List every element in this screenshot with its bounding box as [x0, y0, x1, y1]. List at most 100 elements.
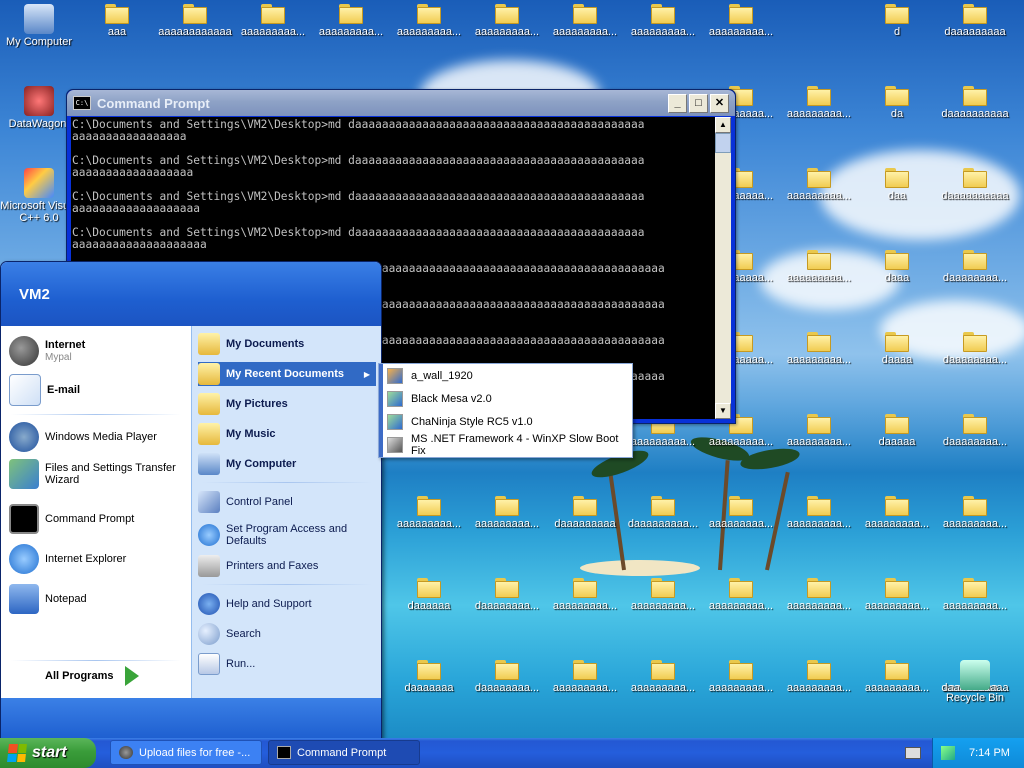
system-control-panel[interactable]: Control Panel [198, 490, 376, 514]
help-label: Help and Support [226, 598, 312, 610]
close-button[interactable]: ✕ [710, 93, 729, 113]
desktop-folder[interactable]: aaaaaaaaa... [702, 660, 780, 694]
desktop-folder[interactable]: aaaaaaaaa... [702, 496, 780, 530]
recent-doc-item[interactable]: MS .NET Framework 4 - WinXP Slow Boot Fi… [387, 433, 627, 457]
desktop-folder[interactable]: aaaaaaaaa... [624, 4, 702, 38]
keyboard-icon[interactable] [905, 747, 921, 759]
desktop-folder[interactable]: aaaaaaaaa... [780, 414, 858, 448]
island [580, 560, 700, 576]
desktop-folder[interactable]: aaaaaaaaa... [780, 250, 858, 284]
desktop-folder[interactable]: aaaaaaaaa... [780, 660, 858, 694]
recent-program-notepad[interactable]: Notepad [9, 584, 87, 614]
system-program-access[interactable]: Set Program Access and Defaults [198, 520, 376, 550]
recent-doc-item[interactable]: Black Mesa v2.0 [387, 388, 627, 410]
desktop-folder[interactable]: aaaaaaaaa... [468, 4, 546, 38]
desktop-folder[interactable]: aaaaaaaaa... [546, 660, 624, 694]
desktop-folder[interactable]: aaaaaaaaa... [780, 168, 858, 202]
desktop-folder[interactable]: aaaaaaaaa... [624, 660, 702, 694]
scroll-up-icon[interactable]: ▲ [715, 117, 731, 133]
recent-doc-item[interactable]: a_wall_1920 [387, 365, 627, 387]
desktop-folder[interactable]: aaaaaaaaa... [936, 578, 1014, 612]
place-my-music[interactable]: My Music [198, 422, 376, 446]
desktop-folder[interactable]: aaaaaaaaa... [312, 4, 390, 38]
desktop-folder[interactable]: d [858, 4, 936, 38]
clock[interactable]: 7:14 PM [969, 747, 1010, 759]
run[interactable]: Run... [198, 652, 376, 676]
desktop-folder[interactable]: aaaaaaaaa... [858, 578, 936, 612]
vertical-scrollbar[interactable]: ▲ ▼ [715, 117, 731, 419]
desktop-folder[interactable]: aaaaaaaaa... [936, 496, 1014, 530]
place-my-recent-documents[interactable]: My Recent Documents ▶ [198, 362, 376, 386]
desktop-folder[interactable]: aaaaaaaaa... [780, 332, 858, 366]
desktop-folder[interactable]: daaaaa [858, 414, 936, 448]
desktop-folder[interactable]: aaaaaaaaa... [858, 660, 936, 694]
desktop-folder[interactable]: daaaa [858, 332, 936, 366]
recent-program-command-prompt[interactable]: Command Prompt [9, 504, 134, 534]
desktop-folder[interactable]: daaaaaaaa... [468, 660, 546, 694]
desktop-folder[interactable]: aaaaaaaaa... [780, 496, 858, 530]
scroll-thumb[interactable] [715, 133, 731, 153]
desktop-folder[interactable]: daaaaaa [390, 578, 468, 612]
place-my-documents[interactable]: My Documents [198, 332, 376, 356]
desktop-folder[interactable]: aaaaaaaaa... [468, 496, 546, 530]
recent-program-internet-explorer[interactable]: Internet Explorer [9, 544, 126, 574]
place-label: My Music [226, 428, 276, 440]
recent-program-transfer-wizard[interactable]: Files and Settings Transfer Wizard [9, 459, 187, 489]
scroll-down-icon[interactable]: ▼ [715, 403, 731, 419]
pinned-email[interactable]: E-mail [9, 374, 80, 406]
desktop-folder[interactable]: aaaaaaaaa... [780, 86, 858, 120]
desktop-icon-label: daaaaaaaa... [474, 682, 540, 694]
desktop-folder[interactable]: daaaaaaaa... [936, 332, 1014, 366]
desktop-folder[interactable]: daaaaaaaaa... [624, 496, 702, 530]
system-printers-faxes[interactable]: Printers and Faxes [198, 554, 376, 578]
help-and-support[interactable]: Help and Support [198, 592, 376, 616]
desktop-folder[interactable]: daaaaaaaaaa [936, 168, 1014, 202]
desktop-folder[interactable]: aaaaaaaaa... [390, 4, 468, 38]
title-bar[interactable]: C:\ Command Prompt _ □ ✕ [67, 90, 735, 116]
desktop-folder[interactable]: daaaaaaa [390, 660, 468, 694]
desktop-folder[interactable]: aaaaaaaaa... [702, 578, 780, 612]
folder-icon [729, 496, 753, 516]
desktop-folder[interactable]: daaaaaaaaaa [936, 86, 1014, 120]
desktop-folder[interactable]: daaaaaaaa... [936, 250, 1014, 284]
desktop-icon-computer[interactable]: My Computer [0, 4, 78, 48]
taskbar-button-upload[interactable]: Upload files for free -... [110, 740, 262, 765]
desktop-folder[interactable]: aaaaaaaaa... [624, 578, 702, 612]
recent-doc-item[interactable]: ChaNinja Style RC5 v1.0 [387, 411, 627, 433]
desktop-folder[interactable]: daaaaaaaa... [468, 578, 546, 612]
place-my-computer[interactable]: My Computer [198, 452, 376, 476]
recent-doc-label: ChaNinja Style RC5 v1.0 [411, 416, 533, 428]
desktop-folder[interactable]: daaaaaaaaa [936, 4, 1014, 38]
start-button[interactable]: start [0, 738, 96, 768]
desktop-folder[interactable]: daaaaaaaa... [936, 414, 1014, 448]
taskbar-button-command-prompt[interactable]: Command Prompt [268, 740, 420, 765]
desktop-folder[interactable]: daaa [858, 250, 936, 284]
desktop-folder[interactable]: aaaaaaaaa... [546, 4, 624, 38]
desktop-folder[interactable]: da [858, 86, 936, 120]
pinned-internet[interactable]: Internet Mypal [9, 336, 85, 366]
maximize-button[interactable]: □ [689, 93, 708, 113]
all-programs-button[interactable]: All Programs [45, 666, 140, 686]
desktop-folder[interactable]: aaa [78, 4, 156, 38]
desktop-folder[interactable]: daa [858, 168, 936, 202]
place-my-pictures[interactable]: My Pictures [198, 392, 376, 416]
desktop-folder[interactable]: aaaaaaaaa... [858, 496, 936, 530]
desktop-folder[interactable]: aaaaaaaaa... [780, 578, 858, 612]
folder-icon [885, 250, 909, 270]
raccoon-icon [119, 746, 133, 759]
notepad-icon [9, 584, 39, 614]
search[interactable]: Search [198, 622, 376, 646]
desktop-folder[interactable]: daaaaaaaaa [546, 496, 624, 530]
system-label: Printers and Faxes [226, 560, 319, 572]
desktop-folder[interactable]: aaaaaaaaa... [546, 578, 624, 612]
desktop-icon-recycle[interactable]: Recycle Bin [936, 660, 1014, 704]
desktop-folder[interactable]: aaaaaaaaa... [702, 4, 780, 38]
desktop-folder[interactable]: aaaaaaaaa... [390, 496, 468, 530]
place-label: My Documents [226, 338, 305, 350]
minimize-button[interactable]: _ [668, 93, 687, 113]
desktop-folder[interactable]: aaaaaaaaaaaa [156, 4, 234, 38]
desktop-icon-label: aaaaaaaaa... [708, 518, 774, 530]
network-icon[interactable] [941, 746, 955, 760]
recent-program-media-player[interactable]: Windows Media Player [9, 422, 157, 452]
desktop-folder[interactable]: aaaaaaaaa... [234, 4, 312, 38]
